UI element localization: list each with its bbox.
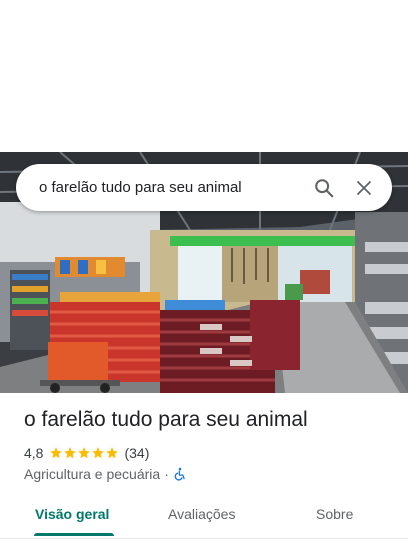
rating-value: 4,8 bbox=[24, 445, 44, 461]
star-rating bbox=[49, 446, 119, 460]
search-icon bbox=[315, 178, 334, 197]
close-icon bbox=[357, 180, 371, 195]
search-bar[interactable]: o farelão tudo para seu animal bbox=[16, 164, 392, 211]
tab-about[interactable]: Sobre bbox=[316, 498, 353, 536]
star-icon bbox=[106, 447, 119, 459]
rating-row[interactable]: 4,8 (34) bbox=[24, 444, 149, 462]
active-tab-indicator bbox=[34, 533, 114, 536]
star-icon bbox=[64, 447, 77, 459]
star-icon bbox=[92, 447, 105, 459]
place-category: Agricultura e pecuária bbox=[24, 466, 161, 482]
tab-overview[interactable]: Visão geral bbox=[35, 498, 109, 536]
wheelchair-icon bbox=[174, 467, 185, 481]
clear-search-button[interactable] bbox=[344, 168, 384, 208]
star-icon bbox=[50, 447, 63, 459]
place-tabs: Visão geral Avaliações Sobre bbox=[0, 498, 408, 539]
category-row: Agricultura e pecuária · bbox=[24, 465, 187, 483]
tab-reviews[interactable]: Avaliações bbox=[168, 498, 235, 536]
search-button[interactable] bbox=[304, 168, 344, 208]
search-input[interactable]: o farelão tudo para seu animal bbox=[16, 179, 304, 196]
star-icon bbox=[78, 447, 91, 459]
separator-dot: · bbox=[164, 466, 169, 482]
review-count[interactable]: (34) bbox=[124, 445, 149, 461]
place-name: o farelão tudo para seu animal bbox=[24, 408, 308, 431]
